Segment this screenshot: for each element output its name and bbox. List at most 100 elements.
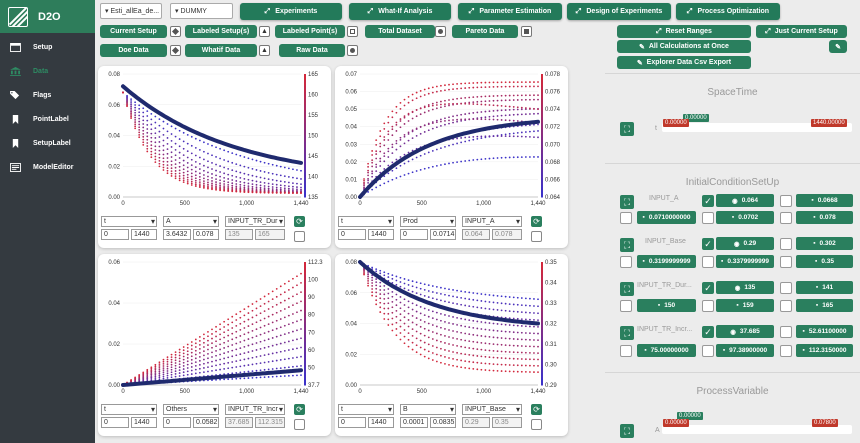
chart-checkbox[interactable] (531, 419, 542, 430)
param-expand-button[interactable]: ⛶ (620, 195, 634, 209)
y-min-field[interactable]: 0 (400, 229, 428, 240)
x-select-field[interactable]: t (338, 216, 394, 227)
param-value[interactable]: ▪ 165 (796, 299, 853, 312)
y-max-field[interactable]: 0.0582 (193, 417, 219, 428)
spacetime-expand-button[interactable]: ⛶ (620, 122, 634, 136)
param-value[interactable]: ▪ 141 (796, 281, 853, 294)
x-select-field[interactable]: t (338, 404, 394, 415)
x-max-field[interactable]: 1440 (368, 229, 394, 240)
sidebar-item-setup[interactable]: Setup (0, 35, 95, 59)
param-checkbox[interactable] (620, 256, 632, 268)
x-min-field[interactable]: 0 (101, 417, 129, 428)
color-select-field[interactable]: INPUT_Base (462, 404, 522, 415)
labeled-points-toggle[interactable] (347, 26, 358, 37)
current-setup-button[interactable]: Current Setup (100, 25, 167, 38)
tab-experiments[interactable]: ⤢ Experiments (240, 3, 342, 20)
x-max-field[interactable]: 1440 (368, 417, 394, 428)
sidebar-item-setuplabel[interactable]: SetupLabel (0, 131, 95, 155)
y-min-field[interactable]: 0.0001 (400, 417, 428, 428)
color-select-field[interactable]: INPUT_A (462, 216, 522, 227)
param-value[interactable]: ▪ 150 (637, 299, 696, 312)
y-min-field[interactable]: 0 (163, 417, 191, 428)
x-min-field[interactable]: 0 (101, 229, 129, 240)
param-checkbox[interactable] (780, 238, 792, 250)
x-select-field[interactable]: t (101, 216, 157, 227)
color-select-field[interactable]: INPUT_TR_Incr (225, 404, 285, 415)
raw-data-button[interactable]: Raw Data (279, 44, 345, 57)
x-max-field[interactable]: 1440 (131, 417, 157, 428)
x-select-field[interactable]: t (101, 404, 157, 415)
param-expand-button[interactable]: ⛶ (620, 238, 634, 252)
param-value[interactable]: ▪ 112.3150000 (796, 344, 853, 357)
param-check[interactable]: ✓ (702, 238, 714, 250)
param-checkbox[interactable] (780, 300, 792, 312)
chart-checkbox[interactable] (531, 231, 542, 242)
total-dataset-button[interactable]: Total Dataset (365, 25, 435, 38)
whatif-data-toggle[interactable]: ▲ (259, 45, 270, 56)
refresh-icon[interactable]: ⟳ (294, 216, 305, 227)
raw-data-toggle[interactable] (347, 45, 358, 56)
param-check[interactable]: ✓ (702, 282, 714, 294)
current-setup-toggle[interactable] (170, 26, 181, 37)
sidebar-item-data[interactable]: Data (0, 59, 95, 83)
explorer-export-button[interactable]: ✎ Explorer Data Csv Export (617, 56, 751, 69)
y-select-field[interactable]: B (400, 404, 456, 415)
all-calculations-button[interactable]: ✎ All Calculations at Once (617, 40, 751, 53)
y-select-field[interactable]: Others (163, 404, 219, 415)
refresh-icon[interactable]: ⟳ (531, 216, 542, 227)
param-value[interactable]: ▪ 0.302 (796, 237, 853, 250)
y-min-field[interactable]: 3.6432 (163, 229, 191, 240)
x-min-field[interactable]: 0 (338, 417, 366, 428)
param-value[interactable]: ▪ 0.3379999999 (716, 255, 774, 268)
param-value[interactable]: ◉ 0.29 (716, 237, 774, 250)
param-checkbox[interactable] (780, 345, 792, 357)
param-value[interactable]: ▪ 0.078 (796, 211, 853, 224)
model-select[interactable]: ▾ Esti_allEa_de... (100, 3, 162, 19)
param-checkbox[interactable] (780, 326, 792, 338)
tab-whatif[interactable]: ⤢ What-If Analysis (349, 3, 451, 20)
labeled-setups-toggle[interactable]: ▲ (259, 26, 270, 37)
process-expand-button[interactable]: ⛶ (620, 424, 634, 438)
x-max-field[interactable]: 1440 (131, 229, 157, 240)
param-check[interactable]: ✓ (702, 195, 714, 207)
param-expand-button[interactable]: ⛶ (620, 282, 634, 296)
pareto-data-button[interactable]: Pareto Data (452, 25, 518, 38)
y-max-field[interactable]: 0.0714 (430, 229, 456, 240)
just-current-setup-button[interactable]: ⤢ Just Current Setup (756, 25, 847, 38)
edit-button[interactable]: ✎ (829, 40, 847, 53)
y-select-field[interactable]: A (163, 216, 219, 227)
reset-ranges-button[interactable]: ⤢ Reset Ranges (617, 25, 751, 38)
tab-parameter-estimation[interactable]: ⤢ Parameter Estimation (458, 3, 562, 20)
y-max-field[interactable]: 0.0835 (430, 417, 456, 428)
param-checkbox[interactable] (702, 300, 714, 312)
param-value[interactable]: ▪ 97.38900000 (716, 344, 774, 357)
param-checkbox[interactable] (780, 195, 792, 207)
whatif-data-button[interactable]: Whatif Data (185, 44, 257, 57)
param-expand-button[interactable]: ⛶ (620, 326, 634, 340)
y-select-field[interactable]: Prod (400, 216, 456, 227)
param-checkbox[interactable] (620, 300, 632, 312)
labeled-setups-button[interactable]: Labeled Setup(s) (185, 25, 257, 38)
pareto-data-toggle[interactable] (521, 26, 532, 37)
data-select[interactable]: ▾ DUMMY (170, 3, 233, 19)
x-min-field[interactable]: 0 (338, 229, 366, 240)
param-value[interactable]: ▪ 0.0702 (716, 211, 774, 224)
param-checkbox[interactable] (702, 345, 714, 357)
param-value[interactable]: ◉ 37.685 (716, 325, 774, 338)
param-checkbox[interactable] (620, 212, 632, 224)
labeled-points-button[interactable]: Labeled Point(s) (275, 25, 345, 38)
param-checkbox[interactable] (780, 212, 792, 224)
chart-checkbox[interactable] (294, 231, 305, 242)
param-value[interactable]: ▪ 0.3199999999 (637, 255, 696, 268)
param-value[interactable]: ▪ 159 (716, 299, 774, 312)
param-value[interactable]: ▪ 0.0668 (796, 194, 853, 207)
sidebar-item-flags[interactable]: Flags (0, 83, 95, 107)
param-checkbox[interactable] (780, 282, 792, 294)
param-checkbox[interactable] (780, 256, 792, 268)
color-select-field[interactable]: INPUT_TR_Dur (225, 216, 285, 227)
param-value[interactable]: ▪ 75.00000000 (637, 344, 696, 357)
param-value[interactable]: ▪ 0.35 (796, 255, 853, 268)
chart-checkbox[interactable] (294, 419, 305, 430)
doe-data-toggle[interactable] (170, 45, 181, 56)
total-dataset-toggle[interactable] (435, 26, 446, 37)
